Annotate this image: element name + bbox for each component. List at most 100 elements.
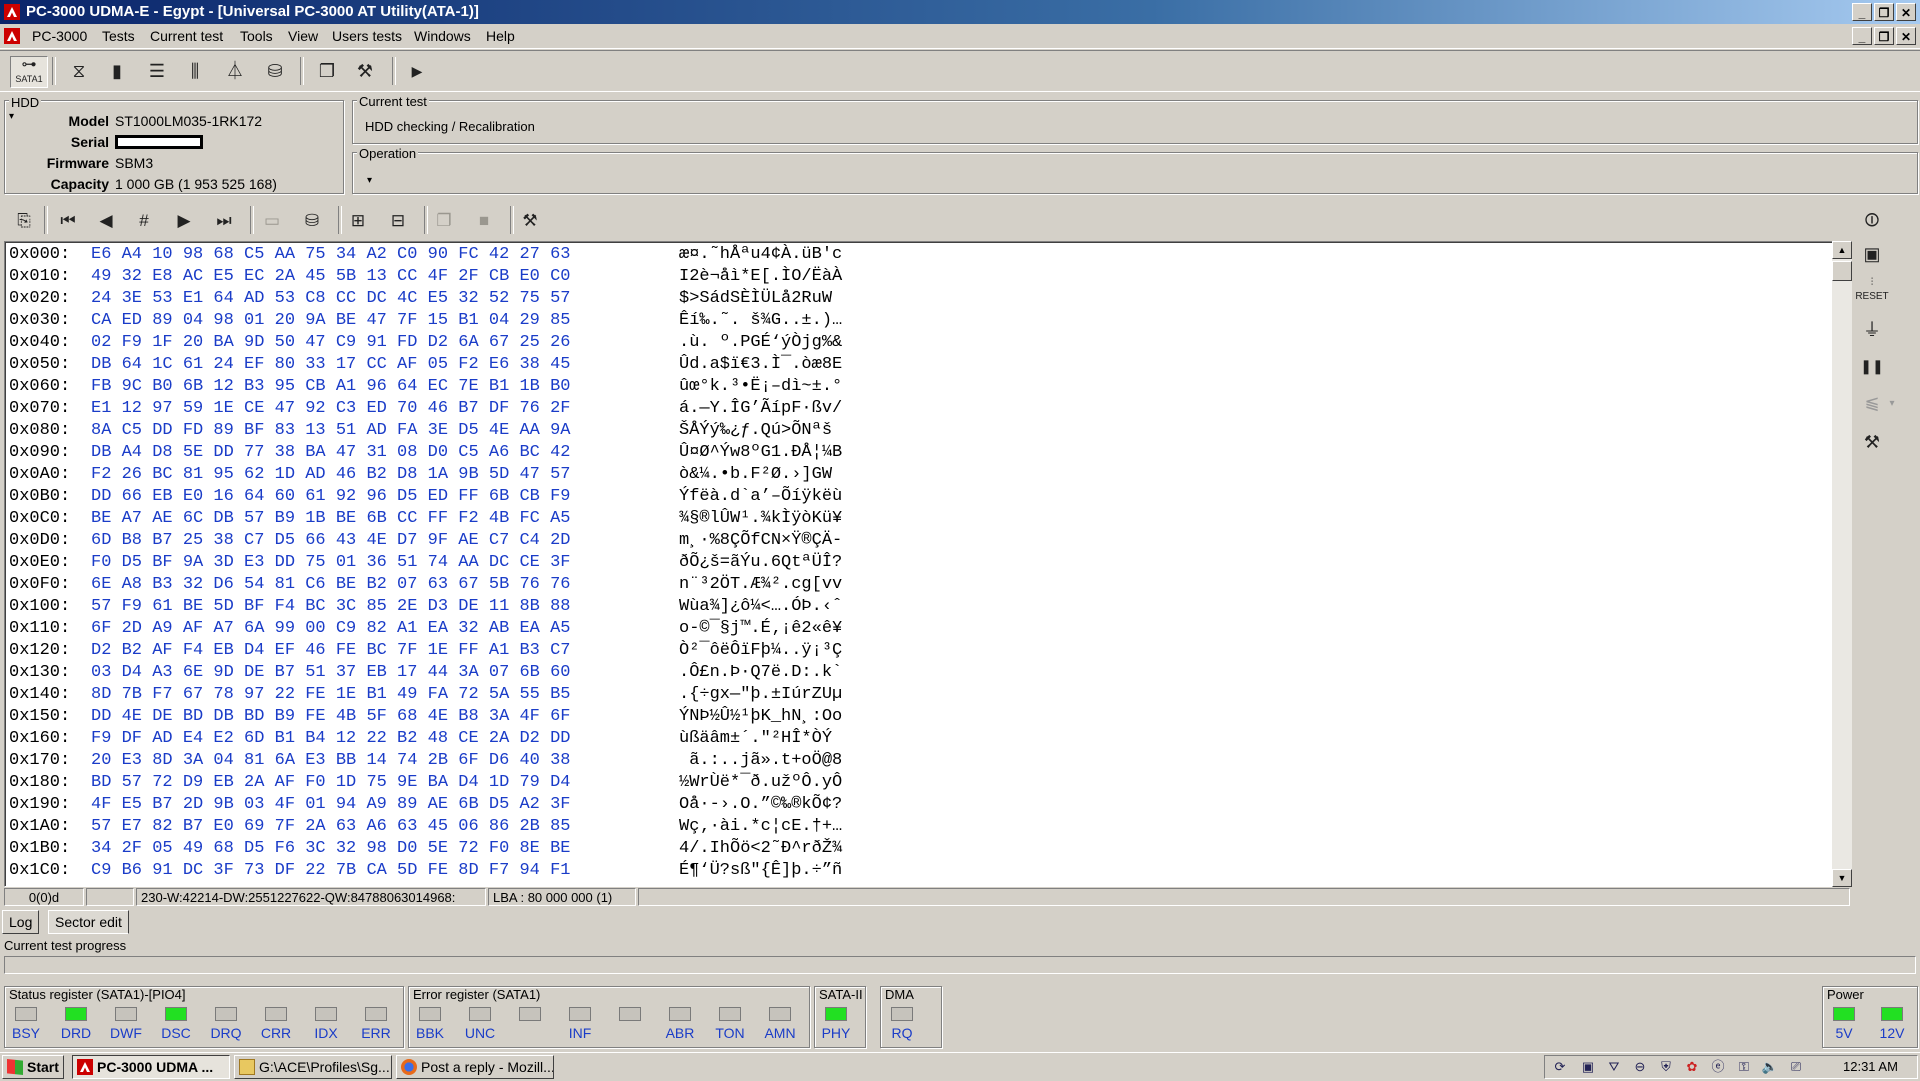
hex-row-ascii[interactable]: .{÷gx—"þ.±IúrZUµ bbox=[679, 684, 842, 706]
hex-row-bytes[interactable]: 49 32 E8 AC E5 EC 2A 45 5B 13 CC 4F 2F C… bbox=[91, 266, 570, 288]
shield-icon[interactable]: ⛨ bbox=[1657, 1059, 1675, 1075]
hex-row-bytes[interactable]: 6F 2D A9 AF A7 6A 99 00 C9 82 A1 EA 32 A… bbox=[91, 618, 570, 640]
scroll-thumb[interactable] bbox=[1832, 261, 1852, 281]
play-icon[interactable]: ▶ bbox=[402, 56, 432, 86]
next-sector-icon[interactable]: ▶ bbox=[170, 207, 198, 235]
hex-row-bytes[interactable]: DB A4 D8 5E DD 77 38 BA 47 31 08 D0 C5 A… bbox=[91, 442, 570, 464]
hex-row-ascii[interactable]: I2è¬åì*E[.ÌO/ËàÀ bbox=[679, 266, 842, 288]
sync-icon[interactable]: ⟳ bbox=[1551, 1059, 1569, 1075]
hex-row-ascii[interactable]: .ù. º.PGÉ‘ýÒjg%& bbox=[679, 332, 842, 354]
menu-view[interactable]: View bbox=[288, 28, 318, 44]
hex-row-bytes[interactable]: 57 E7 82 B7 E0 69 7F 2A 63 A6 63 45 06 8… bbox=[91, 816, 570, 838]
hex-row-bytes[interactable]: 8A C5 DD FD 89 BF 83 13 51 AD FA 3E D5 4… bbox=[91, 420, 570, 442]
mdi-restore-button[interactable]: ❐ bbox=[1874, 27, 1894, 45]
chip-icon[interactable]: ▮ bbox=[102, 56, 132, 86]
security-icon[interactable]: ⚿ bbox=[1735, 1059, 1753, 1075]
hex-row-bytes[interactable]: D2 B2 AF F4 EB D4 EF 46 FE BC 7F 1E FF A… bbox=[91, 640, 570, 662]
chart-icon[interactable]: ⫼ bbox=[180, 56, 210, 86]
hex-row-bytes[interactable]: F9 DF AD E4 E2 6D B1 B4 12 22 B2 48 CE 2… bbox=[91, 728, 570, 750]
last-sector-icon[interactable]: ⏭ bbox=[210, 207, 238, 235]
hex-row-ascii[interactable]: Û¤Ø^Ýw8ºG1.ÐÅ¦¼B bbox=[679, 442, 842, 464]
hex-row-bytes[interactable]: 24 3E 53 E1 64 AD 53 C8 CC DC 4C E5 32 5… bbox=[91, 288, 570, 310]
hex-row-ascii[interactable]: 4/.IhÕö<2˜Ð^rðŽ¾ bbox=[679, 838, 842, 860]
menu-tests[interactable]: Tests bbox=[102, 28, 135, 44]
hex-row-ascii[interactable]: Oå·-›.O.”©‰®kÕ¢? bbox=[679, 794, 842, 816]
minimize-button[interactable]: _ bbox=[1852, 3, 1872, 21]
stop-icon[interactable]: ■ bbox=[470, 207, 498, 235]
hex-row-ascii[interactable]: ã.:..jã».t+oÖ@8 bbox=[679, 750, 842, 772]
settings-tools-icon[interactable]: ⚒ bbox=[516, 207, 544, 235]
hex-row-ascii[interactable]: ÝNÞ½Û½¹þK_hN¸:Oo bbox=[679, 706, 842, 728]
start-button[interactable]: Start bbox=[2, 1055, 64, 1079]
hex-row-bytes[interactable]: E6 A4 10 98 68 C5 AA 75 34 A2 C0 90 FC 4… bbox=[91, 244, 570, 266]
hex-row-bytes[interactable]: 34 2F 05 49 68 D5 F6 3C 32 98 D0 5E 72 F… bbox=[91, 838, 570, 860]
restore-button[interactable]: ❐ bbox=[1874, 3, 1894, 21]
hex-row-bytes[interactable]: F0 D5 BF 9A 3D E3 DD 75 01 36 51 74 AA D… bbox=[91, 552, 570, 574]
hdd-icon[interactable]: ⧖ bbox=[64, 56, 94, 86]
write-sector-icon[interactable]: ⛁ bbox=[298, 207, 326, 235]
hex-row-bytes[interactable]: F2 26 BC 81 95 62 1D AD 46 B2 D8 1A 9B 5… bbox=[91, 464, 570, 486]
scroll-up-icon[interactable]: ▲ bbox=[1832, 241, 1852, 259]
list-icon[interactable]: ☰ bbox=[142, 56, 172, 86]
messenger-icon[interactable]: ⓔ bbox=[1709, 1059, 1727, 1075]
power-toggle-icon[interactable]: ⏼ bbox=[1854, 204, 1890, 236]
prev-sector-icon[interactable]: ◀ bbox=[92, 207, 120, 235]
tab-log[interactable]: Log bbox=[2, 910, 40, 934]
goto-sector-icon[interactable]: # bbox=[130, 207, 158, 235]
tree-icon[interactable]: ⏃ bbox=[220, 56, 250, 86]
hex-row-ascii[interactable]: ðÕ¿š=ãÝu.6QtªÜÎ? bbox=[679, 552, 842, 574]
hex-row-bytes[interactable]: DB 64 1C 61 24 EF 80 33 17 CC AF 05 F2 E… bbox=[91, 354, 570, 376]
hex-row-bytes[interactable]: C9 B6 91 DC 3F 73 DF 22 7B CA 5D FE 8D F… bbox=[91, 860, 570, 882]
load-file-icon[interactable]: ⊞ bbox=[344, 207, 372, 235]
pause-icon[interactable]: ❚❚ bbox=[1854, 350, 1890, 382]
display-icon[interactable]: ⎚ bbox=[1787, 1059, 1805, 1075]
taskbar-item-pc3000[interactable]: PC-3000 UDMA ... bbox=[72, 1055, 230, 1079]
hex-row-bytes[interactable]: 4F E5 B7 2D 9B 03 4F 01 94 A9 89 AE 6B D… bbox=[91, 794, 570, 816]
hex-row-bytes[interactable]: 6E A8 B3 32 D6 54 81 C6 BE B2 07 63 67 5… bbox=[91, 574, 570, 596]
tools-icon[interactable]: ⚒ bbox=[350, 56, 380, 86]
hex-row-bytes[interactable]: BD 57 72 D9 EB 2A AF F0 1D 75 9E BA D4 1… bbox=[91, 772, 570, 794]
hex-row-bytes[interactable]: 20 E3 8D 3A 04 81 6A E3 BB 14 74 2B 6F D… bbox=[91, 750, 570, 772]
hex-row-ascii[interactable]: æ¤.˜hÅªu4¢À.üB'c bbox=[679, 244, 842, 266]
taskbar-item-explorer[interactable]: G:\ACE\Profiles\Sg... bbox=[234, 1055, 392, 1079]
hex-row-ascii[interactable]: m¸·%8ÇÕfCN×Ÿ®ÇÄ- bbox=[679, 530, 842, 552]
save-file-icon[interactable]: ⊟ bbox=[384, 207, 412, 235]
menu-users-tests[interactable]: Users tests bbox=[332, 28, 402, 44]
hex-row-bytes[interactable]: 03 D4 A3 6E 9D DE B7 51 37 EB 17 44 3A 0… bbox=[91, 662, 570, 684]
hex-row-bytes[interactable]: E1 12 97 59 1E CE 47 92 C3 ED 70 46 B7 D… bbox=[91, 398, 570, 420]
hex-row-bytes[interactable]: FB 9C B0 6B 12 B3 95 CB A1 96 64 EC 7E B… bbox=[91, 376, 570, 398]
menu-help[interactable]: Help bbox=[486, 28, 515, 44]
sata-port-button[interactable]: ⊶ SATA1 bbox=[10, 56, 48, 88]
board-icon[interactable]: ▣ bbox=[1854, 238, 1890, 270]
service-tools-icon[interactable]: ⚒ bbox=[1854, 426, 1890, 458]
hex-row-ascii[interactable]: Ýfëà.d`a’–Õíÿkëù bbox=[679, 486, 842, 508]
hex-row-ascii[interactable]: ½WrÙë*¯ð.užºÔ.yÔ bbox=[679, 772, 842, 794]
scroll-down-icon[interactable]: ▼ bbox=[1832, 869, 1852, 887]
hex-row-ascii[interactable]: o-©¯§j™.É‚¡ê2«ê¥ bbox=[679, 618, 842, 640]
hdd-collapse-icon[interactable]: ▾ bbox=[9, 111, 14, 122]
taskbar-item-firefox[interactable]: Post a reply - Mozill... bbox=[396, 1055, 554, 1079]
monitor-icon[interactable]: ▣ bbox=[1579, 1059, 1597, 1075]
hex-row-bytes[interactable]: BE A7 AE 6C DB 57 B9 1B BE 6B CC FF F2 4… bbox=[91, 508, 570, 530]
mdi-app-icon[interactable] bbox=[4, 28, 20, 44]
windows-icon[interactable]: ❐ bbox=[312, 56, 342, 86]
mdi-minimize-button[interactable]: _ bbox=[1852, 27, 1872, 45]
hex-row-bytes[interactable]: 57 F9 61 BE 5D BF F4 BC 3C 85 2E D3 DE 1… bbox=[91, 596, 570, 618]
connector-icon[interactable]: ⏚ bbox=[1854, 314, 1890, 346]
hex-row-ascii[interactable]: Ò²¯ôëÔïFþ¼..ÿ¡³Ç bbox=[679, 640, 842, 662]
close-button[interactable]: ✕ bbox=[1896, 3, 1916, 21]
hex-row-bytes[interactable]: 6D B8 B7 25 38 C7 D5 66 43 4E D7 9F AE C… bbox=[91, 530, 570, 552]
hex-row-ascii[interactable]: Wç‚·ài.*c¦cE.†+… bbox=[679, 816, 842, 838]
save-sector-icon[interactable]: ▭ bbox=[258, 207, 286, 235]
hex-row-ascii[interactable]: .Ô£n.Þ·Q7ë.D:.k` bbox=[679, 662, 842, 684]
operation-expand-icon[interactable]: ▾ bbox=[367, 175, 372, 186]
volume-icon[interactable]: 🔈 bbox=[1761, 1059, 1779, 1075]
hex-row-ascii[interactable]: n¨³2ÖT.Æ¾².cg[vv bbox=[679, 574, 842, 596]
reset-icon[interactable]: ⫶ RESET bbox=[1854, 276, 1890, 308]
menu-current-test[interactable]: Current test bbox=[150, 28, 223, 44]
hex-row-bytes[interactable]: 8D 7B F7 67 78 97 22 FE 1E B1 49 FA 72 5… bbox=[91, 684, 570, 706]
voltage-dropdown-icon[interactable]: ▾ bbox=[1884, 388, 1900, 420]
hex-row-ascii[interactable]: á.—Y.ÎG’ÃípF·ßv/ bbox=[679, 398, 842, 420]
hex-row-ascii[interactable]: É¶‘Ü?sß"{Ê]þ.÷”ñ bbox=[679, 860, 842, 882]
hex-row-bytes[interactable]: DD 4E DE BD DB BD B9 FE 4B 5F 68 4E B8 3… bbox=[91, 706, 570, 728]
